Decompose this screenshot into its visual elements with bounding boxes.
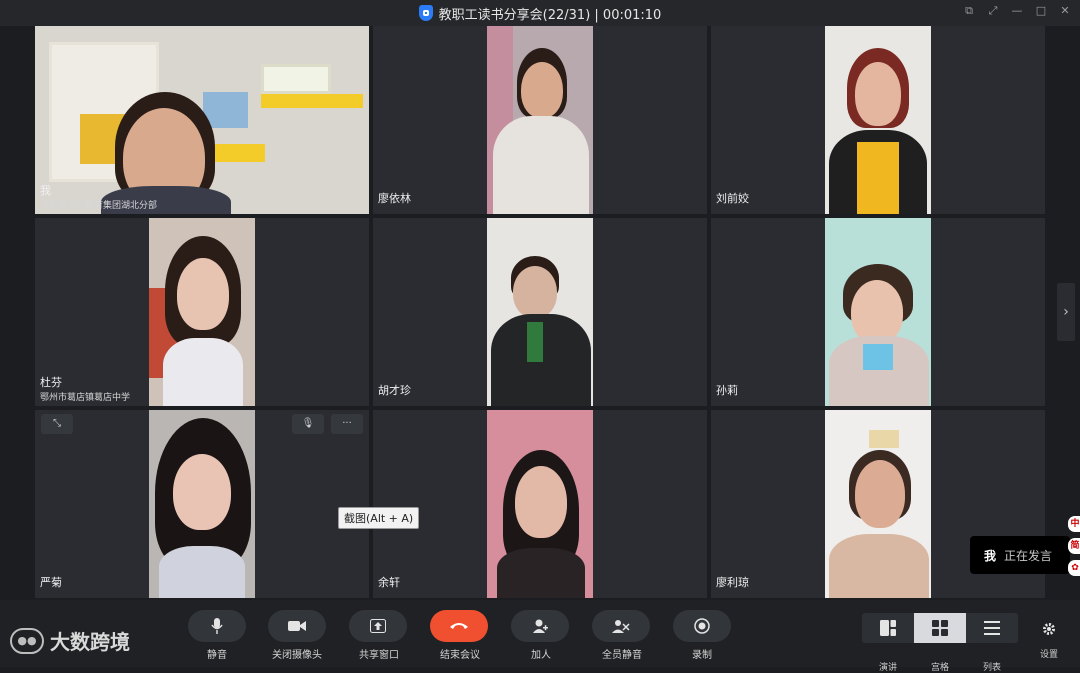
side-badges: 中 简 ✿ bbox=[1068, 516, 1080, 576]
participant-org: 深圳阳光花教育集团湖北分部 bbox=[40, 201, 158, 211]
share-window-label: 共享窗口 bbox=[359, 650, 399, 661]
video-tile[interactable]: 余轩 bbox=[373, 410, 707, 598]
camera-off-label: 关闭摄像头 bbox=[272, 650, 322, 661]
participant-video bbox=[487, 218, 593, 406]
speaker-layout-icon bbox=[880, 620, 896, 636]
participant-name: 孙莉 bbox=[716, 384, 738, 397]
list-layout-icon bbox=[984, 621, 1000, 635]
speaker-view-button[interactable] bbox=[862, 613, 914, 643]
participant-name: 严菊 bbox=[40, 576, 62, 589]
participant-video bbox=[149, 218, 255, 406]
participant-name: 廖依林 bbox=[378, 192, 411, 205]
participant-name: 胡才珍 bbox=[378, 384, 411, 397]
participant-video bbox=[825, 218, 931, 406]
speaker-status: 正在发言 bbox=[1004, 548, 1053, 563]
participant-name: 我 bbox=[40, 184, 51, 197]
invite-label: 加人 bbox=[531, 650, 551, 661]
watermark-logo-icon: ●● bbox=[10, 627, 44, 654]
ime-chinese-badge[interactable]: 中 bbox=[1068, 516, 1080, 532]
end-meeting-label: 结束会议 bbox=[440, 650, 480, 661]
participant-video bbox=[825, 26, 931, 214]
settings-button[interactable] bbox=[1038, 618, 1060, 640]
next-page-chevron-icon[interactable]: › bbox=[1057, 283, 1075, 341]
participant-name: 余轩 bbox=[378, 576, 400, 589]
meeting-title-wrap: 教职工读书分享会(22/31) | 00:01:10 bbox=[418, 4, 662, 23]
share-window-button[interactable] bbox=[349, 610, 407, 642]
invite-button[interactable] bbox=[511, 610, 569, 642]
more-options-icon[interactable]: ··· bbox=[331, 414, 363, 434]
video-tile[interactable]: 刘前姣 bbox=[711, 26, 1045, 214]
video-tile[interactable]: ⤡ 🎙 ··· 严菊 bbox=[35, 410, 369, 598]
participant-video bbox=[487, 26, 593, 214]
meeting-title: 教职工读书分享会(22/31) | 00:01:10 bbox=[438, 7, 662, 23]
gear-icon bbox=[1043, 623, 1055, 635]
background-decor bbox=[869, 430, 899, 448]
self-video bbox=[35, 26, 369, 214]
mute-all-icon bbox=[612, 620, 630, 633]
end-meeting-button[interactable] bbox=[430, 610, 488, 642]
microphone-icon[interactable]: 🎙 bbox=[292, 414, 324, 434]
participant-video bbox=[149, 410, 255, 598]
video-tile[interactable]: 杜芬 鄂州市葛店镇葛店中学 bbox=[35, 218, 369, 406]
bottom-toolbar: 静音 关闭摄像头 共享窗口 结束会议 加人 全员静音 录制 演讲 宫格 列表 设… bbox=[0, 600, 1080, 673]
participant-video bbox=[487, 410, 593, 598]
clothing-decor bbox=[857, 142, 899, 214]
list-view-button[interactable] bbox=[966, 613, 1018, 643]
screenshot-tooltip: 截图(Alt + A) bbox=[338, 507, 420, 529]
settings-label: 设置 bbox=[1039, 650, 1058, 660]
shield-lock-icon bbox=[418, 5, 433, 21]
maximize-icon[interactable]: □ bbox=[1034, 4, 1048, 18]
camera-off-button[interactable] bbox=[268, 610, 326, 642]
ime-simplified-badge[interactable]: 简 bbox=[1068, 538, 1080, 554]
mute-button[interactable] bbox=[188, 610, 246, 642]
grid-view-button[interactable] bbox=[914, 613, 966, 643]
fullscreen-icon[interactable]: ⤢ bbox=[986, 4, 1000, 18]
minimize-icon[interactable]: — bbox=[1010, 4, 1024, 18]
expand-icon[interactable]: ⤡ bbox=[41, 414, 73, 434]
speaker-name: 我 bbox=[984, 548, 997, 563]
record-icon bbox=[694, 618, 710, 634]
microphone-icon bbox=[211, 618, 223, 634]
clothing-decor bbox=[863, 344, 893, 370]
watermark-logo: ●● 大数跨境 bbox=[10, 626, 130, 655]
mute-all-button[interactable] bbox=[592, 610, 650, 642]
participant-name: 廖利琼 bbox=[716, 576, 749, 589]
participant-org: 鄂州市葛店镇葛店中学 bbox=[40, 393, 131, 403]
video-camera-icon bbox=[288, 621, 306, 631]
view-mode-group: 演讲 宫格 列表 bbox=[862, 613, 1018, 673]
participant-name: 杜芬 bbox=[40, 376, 62, 389]
mute-all-label: 全员静音 bbox=[602, 650, 642, 661]
participant-video bbox=[825, 410, 931, 598]
watermark-text: 大数跨境 bbox=[50, 630, 130, 654]
video-grid: 我 深圳阳光花教育集团湖北分部 廖依林 刘前姣 杜芬 鄂州市葛店镇葛店中学 胡才… bbox=[35, 26, 1045, 600]
grid-layout-icon bbox=[932, 620, 948, 636]
window-controls: ⧉ ⤢ — □ ✕ bbox=[962, 4, 1072, 18]
shelf-decor bbox=[261, 94, 363, 108]
shelf-decor bbox=[213, 144, 265, 162]
add-person-icon bbox=[533, 619, 548, 633]
video-tile-self[interactable]: 我 深圳阳光花教育集团湖北分部 bbox=[35, 26, 369, 214]
mute-label: 静音 bbox=[207, 650, 227, 661]
record-button[interactable] bbox=[673, 610, 731, 642]
video-tile[interactable]: 廖依林 bbox=[373, 26, 707, 214]
frame-decor bbox=[261, 64, 331, 94]
close-icon[interactable]: ✕ bbox=[1058, 4, 1072, 18]
video-tile[interactable]: 孙莉 bbox=[711, 218, 1045, 406]
clothing-decor bbox=[527, 322, 543, 362]
share-screen-icon bbox=[370, 619, 386, 633]
title-bar: 教职工读书分享会(22/31) | 00:01:10 ⧉ ⤢ — □ ✕ bbox=[0, 0, 1080, 26]
hang-up-icon bbox=[450, 623, 468, 629]
ime-flower-icon[interactable]: ✿ bbox=[1068, 560, 1080, 576]
record-label: 录制 bbox=[692, 650, 712, 661]
video-tile[interactable]: 胡才珍 bbox=[373, 218, 707, 406]
popout-icon[interactable]: ⧉ bbox=[962, 4, 976, 18]
speaking-indicator: 我 正在发言 bbox=[970, 536, 1070, 574]
participant-name: 刘前姣 bbox=[716, 192, 749, 205]
